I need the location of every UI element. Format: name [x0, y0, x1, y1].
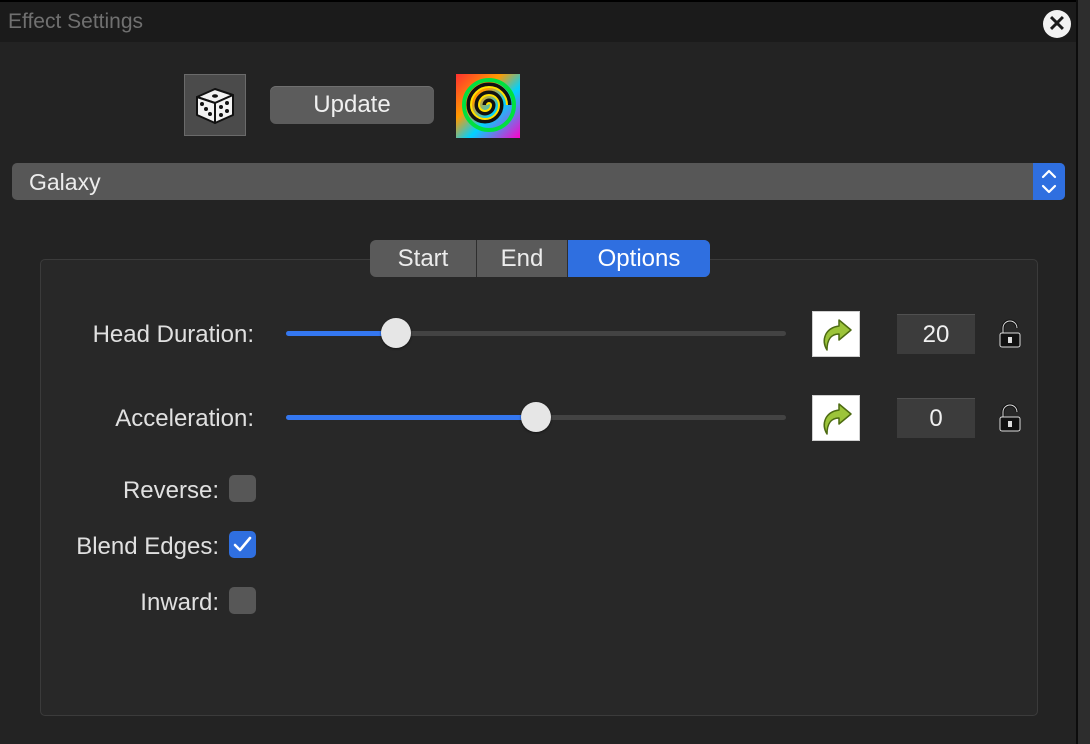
title-bar: Effect Settings ✕ [0, 0, 1076, 42]
tab-end[interactable]: End [477, 240, 568, 277]
close-icon[interactable]: ✕ [1043, 10, 1071, 38]
blend-edges-checkbox[interactable] [229, 531, 256, 558]
window-edge [1076, 0, 1090, 744]
tab-start[interactable]: Start [370, 240, 477, 277]
head-duration-slider[interactable] [286, 318, 786, 348]
unlocked-padlock-icon[interactable] [997, 319, 1023, 349]
curved-arrow-reset-icon [823, 403, 852, 435]
head-duration-value-field[interactable]: 20 [897, 314, 975, 354]
acceleration-reset-button[interactable] [812, 395, 860, 441]
unlocked-padlock-icon[interactable] [997, 403, 1023, 433]
curved-arrow-reset-icon [823, 319, 852, 351]
spiral-color-icon[interactable] [456, 74, 520, 138]
acceleration-value-field[interactable]: 0 [897, 398, 975, 438]
effect-select-value: Galaxy [29, 169, 101, 195]
reverse-checkbox[interactable] [229, 475, 256, 502]
tab-bar: Start End Options [370, 240, 710, 277]
window-title: Effect Settings [8, 10, 144, 33]
inward-checkbox[interactable] [229, 587, 256, 614]
update-button[interactable]: Update [270, 86, 434, 124]
randomize-button[interactable] [184, 74, 246, 136]
acceleration-label: Acceleration: [115, 405, 254, 432]
inward-label: Inward: [140, 589, 219, 616]
acceleration-slider-fill [286, 415, 536, 420]
effect-select[interactable]: Galaxy [12, 163, 1065, 200]
head-duration-slider-fill [286, 331, 396, 336]
reverse-label: Reverse: [122, 477, 219, 504]
chevron-up-down-icon[interactable] [1033, 163, 1065, 200]
checkmark-icon [233, 536, 252, 552]
dice-icon [196, 88, 234, 124]
acceleration-slider-thumb[interactable] [521, 402, 551, 432]
head-duration-reset-button[interactable] [812, 311, 860, 357]
head-duration-slider-thumb[interactable] [381, 318, 411, 348]
head-duration-label: Head Duration: [92, 321, 254, 348]
blend-edges-label: Blend Edges: [76, 533, 219, 560]
tab-options[interactable]: Options [568, 240, 710, 277]
acceleration-slider[interactable] [286, 402, 786, 432]
